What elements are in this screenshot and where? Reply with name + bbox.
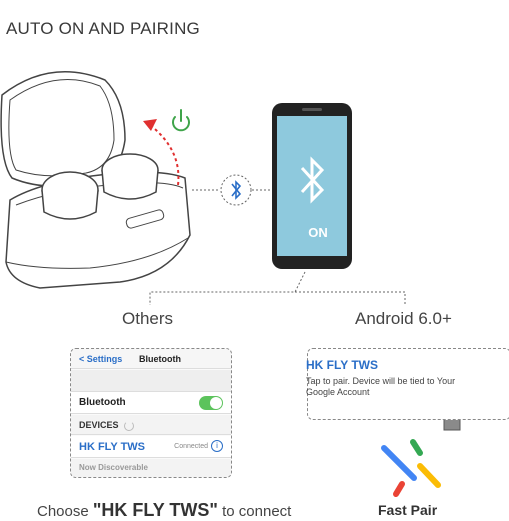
spacer [71,370,231,392]
nav-title: Bluetooth [139,354,182,364]
fast-pair-logo [381,439,441,497]
bluetooth-toggle[interactable] [199,396,223,410]
info-icon[interactable]: i [211,440,223,452]
section-label-android: Android 6.0+ [355,309,452,328]
bluetooth-row: Bluetooth [71,392,231,414]
android-device-name: HK FLY TWS [306,358,379,372]
phone [272,103,352,269]
power-icon [172,109,190,132]
caption-others: Choose "HK FLY TWS" to connect [37,500,292,520]
discoverable-row: Now Discoverable [71,459,231,477]
earbuds-case [0,71,191,289]
loading-spinner-icon [123,420,134,431]
devices-header: DEVICES [71,415,231,435]
settings-back-button[interactable]: < Settings [79,354,122,364]
device-status: Connected i [174,436,223,458]
device-name: HK FLY TWS [79,441,146,453]
device-row-hk-fly-tws[interactable]: HK FLY TWS Connected i [71,436,231,458]
devices-label: DEVICES [79,420,119,430]
discoverable-label: Now Discoverable [79,463,148,472]
ios-nav-bar: < Settings Bluetooth [71,349,231,369]
android-description: Tap to pair. Device will be tied to Your… [306,376,456,397]
bluetooth-label: Bluetooth [79,397,126,408]
ios-bluetooth-panel: < Settings Bluetooth Bluetooth DEVICES H… [70,348,232,478]
section-label-others: Others [122,309,174,328]
phone-on-label: ON [308,225,328,240]
arrow-head-icon [143,119,157,131]
